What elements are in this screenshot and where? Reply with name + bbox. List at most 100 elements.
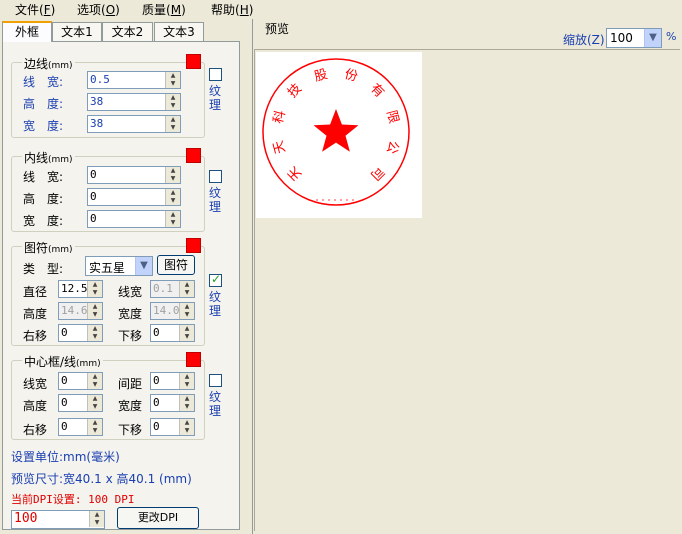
spin-buttons[interactable]: ▲ ▼: [87, 303, 102, 319]
menu-options-label: 选项: [77, 3, 102, 17]
symbol-linewidth-spinner[interactable]: 0.1 ▲ ▼: [150, 280, 195, 298]
spin-buttons[interactable]: ▲ ▼: [87, 395, 102, 411]
dpi-info: 当前DPI设置: 100 DPI: [11, 493, 135, 506]
spin-buttons[interactable]: ▲ ▼: [165, 189, 180, 205]
menu-help[interactable]: 帮助(H): [211, 2, 253, 18]
center-linewidth-spinner[interactable]: 0 ▲ ▼: [58, 372, 103, 390]
spin-buttons[interactable]: ▲ ▼: [179, 303, 194, 319]
symbol-diameter-spinner[interactable]: 12.5 ▲ ▼: [58, 280, 103, 298]
spin-buttons[interactable]: ▲ ▼: [165, 116, 180, 132]
symbol-right-spinner[interactable]: 0 ▲ ▼: [58, 324, 103, 342]
border-width-value: 38: [90, 117, 104, 130]
symbol-down-value: 0: [153, 326, 160, 339]
inner-width-label: 宽 度:: [23, 214, 64, 228]
symbol-height-label: 高度: [23, 307, 48, 321]
seal-char: 技: [285, 81, 305, 101]
symbol-texture-checkbox[interactable]: [209, 272, 222, 287]
seal-preview: 天天科技股 份有限公司: [262, 58, 410, 206]
symbol-type-value: 实五星: [89, 261, 126, 275]
center-width-label: 宽度: [118, 399, 143, 413]
inner-linewidth-spinner[interactable]: 0 ▲ ▼: [87, 166, 181, 184]
spin-buttons[interactable]: ▲ ▼: [89, 511, 104, 527]
center-right-label: 右移: [23, 423, 48, 437]
center-color-swatch[interactable]: [186, 352, 201, 367]
center-height-spinner[interactable]: 0 ▲ ▼: [58, 394, 103, 412]
center-height-label: 高度: [23, 399, 48, 413]
spin-buttons[interactable]: ▲ ▼: [165, 94, 180, 110]
zoom-value: 100: [610, 31, 633, 45]
spin-buttons[interactable]: ▲ ▼: [179, 395, 194, 411]
menu-file-label: 文件: [15, 3, 40, 17]
chevron-down-icon[interactable]: ▼: [644, 29, 661, 47]
symbol-down-label: 下移: [118, 329, 143, 343]
center-down-spinner[interactable]: 0 ▲ ▼: [150, 418, 195, 436]
border-linewidth-spinner[interactable]: 0.5 ▲ ▼: [87, 71, 181, 89]
symbol-color-swatch[interactable]: [186, 238, 201, 253]
inner-texture-checkbox[interactable]: [209, 170, 222, 183]
menu-options[interactable]: 选项(O): [77, 2, 120, 18]
inner-color-swatch[interactable]: [186, 148, 201, 163]
center-texture-checkbox[interactable]: [209, 374, 222, 387]
change-dpi-button[interactable]: 更改DPI: [117, 507, 199, 529]
dpi-value: 100: [14, 511, 38, 526]
menu-bar: 文件(F) 选项(O) 质量(M) 帮助(H): [0, 0, 682, 20]
spin-buttons[interactable]: ▲ ▼: [87, 373, 102, 389]
symbol-height-spinner[interactable]: 14.6 ▲ ▼: [58, 302, 103, 320]
symbol-type-select[interactable]: 实五星 ▼: [85, 256, 153, 276]
inner-group-title: 内线(mm): [22, 149, 75, 166]
spin-buttons[interactable]: ▲ ▼: [179, 281, 194, 297]
spin-buttons[interactable]: ▲ ▼: [165, 167, 180, 183]
center-linewidth-label: 线宽: [23, 377, 48, 391]
inner-height-spinner[interactable]: 0 ▲ ▼: [87, 188, 181, 206]
border-linewidth-label: 线 宽:: [23, 75, 64, 89]
border-group-title: 边线(mm): [22, 55, 75, 72]
symbol-width-spinner[interactable]: 14.0 ▲ ▼: [150, 302, 195, 320]
tab-text2[interactable]: 文本2: [102, 22, 153, 41]
menu-quality[interactable]: 质量(M): [142, 2, 186, 18]
seal-char: 股: [313, 67, 329, 85]
spin-buttons[interactable]: ▲ ▼: [179, 373, 194, 389]
tab-text3[interactable]: 文本3: [154, 22, 204, 41]
seal-char: 公: [383, 139, 401, 155]
spin-buttons[interactable]: ▲ ▼: [165, 211, 180, 227]
chevron-down-icon[interactable]: ▼: [135, 257, 152, 275]
inner-height-label: 高 度:: [23, 192, 64, 206]
border-color-swatch[interactable]: [186, 54, 201, 69]
tab-text1[interactable]: 文本1: [52, 22, 102, 41]
center-spacing-spinner[interactable]: 0 ▲ ▼: [150, 372, 195, 390]
border-texture-checkbox[interactable]: [209, 68, 222, 81]
seal-char: 天: [285, 163, 305, 183]
unit-info: 设置单位:mm(毫米): [11, 450, 120, 464]
symbol-down-spinner[interactable]: 0 ▲ ▼: [150, 324, 195, 342]
border-width-spinner[interactable]: 38 ▲ ▼: [87, 115, 181, 133]
border-height-label: 高 度:: [23, 97, 64, 111]
border-height-spinner[interactable]: 38 ▲ ▼: [87, 93, 181, 111]
inner-width-spinner[interactable]: 0 ▲ ▼: [87, 210, 181, 228]
center-texture-label: 纹理: [209, 390, 222, 418]
spin-buttons[interactable]: ▲ ▼: [179, 325, 194, 341]
symbol-right-value: 0: [61, 326, 68, 339]
zoom-unit: %: [666, 30, 677, 43]
center-spacing-label: 间距: [118, 377, 143, 391]
spin-buttons[interactable]: ▲ ▼: [87, 281, 102, 297]
preview-paper: 天天科技股份有限公司: [256, 52, 422, 218]
menu-options-key: O: [105, 3, 116, 17]
symbol-height-value: 14.6: [61, 304, 88, 317]
center-right-spinner[interactable]: 0 ▲ ▼: [58, 418, 103, 436]
zoom-select[interactable]: 100 ▼: [606, 28, 662, 48]
spin-buttons[interactable]: ▲ ▼: [87, 419, 102, 435]
center-width-spinner[interactable]: 0 ▲ ▼: [150, 394, 195, 412]
spin-buttons[interactable]: ▲ ▼: [179, 419, 194, 435]
center-linewidth-value: 0: [61, 374, 68, 387]
border-texture-label: 纹理: [209, 84, 222, 112]
settings-panel: 边线(mm) 线 宽: 0.5 ▲ ▼ 高 度: 38 ▲ ▼ 宽 度: 38 ▲ ▼…: [2, 41, 240, 530]
spin-buttons[interactable]: ▲ ▼: [87, 325, 102, 341]
symbol-button[interactable]: 图符: [157, 255, 195, 275]
menu-file[interactable]: 文件(F): [15, 2, 55, 18]
zoom-label: 缩放(Z): [563, 33, 605, 47]
star-icon: [313, 109, 359, 152]
dpi-spinner[interactable]: 100 ▲ ▼: [11, 510, 105, 529]
spin-buttons[interactable]: ▲ ▼: [165, 72, 180, 88]
center-height-value: 0: [61, 396, 68, 409]
tab-outer-frame[interactable]: 外框: [2, 21, 52, 42]
